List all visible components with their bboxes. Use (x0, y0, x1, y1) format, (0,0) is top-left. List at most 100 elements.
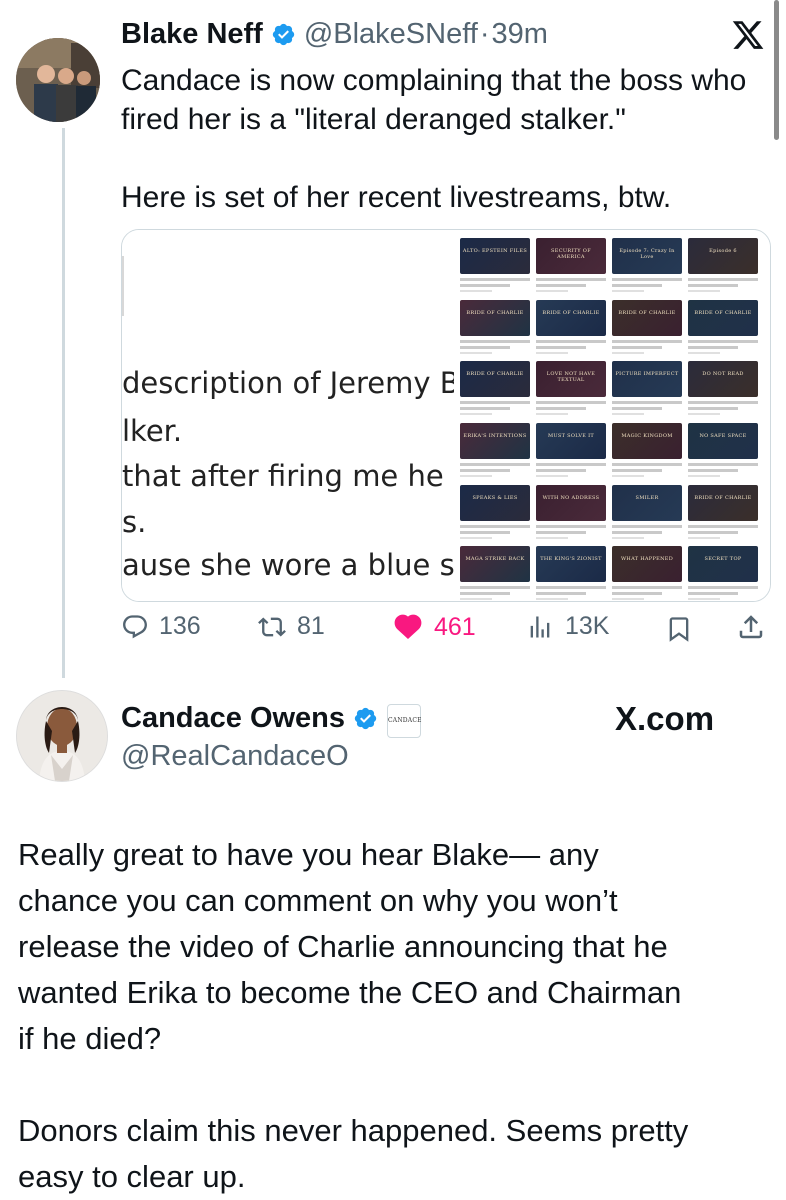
thumbnail-caption (688, 531, 738, 534)
avatar-candace-owens[interactable] (16, 690, 108, 782)
affiliate-badge[interactable]: CANDACE (387, 704, 422, 738)
x-com-brand: X.com (615, 700, 715, 737)
author-handle[interactable]: @RealCandaceO (121, 740, 349, 773)
thumbnail-caption (612, 469, 662, 472)
thumbnail-caption (460, 401, 530, 404)
thumbnail-caption (536, 340, 606, 343)
thumbnail-meta (536, 352, 568, 354)
thumbnail-caption (460, 586, 530, 589)
thumbnail-caption (536, 531, 586, 534)
video-thumbnail: BRIDE OF CHARLIE (460, 361, 530, 397)
doc-line: lker. (122, 414, 183, 448)
author-name[interactable]: Blake Neff (121, 18, 263, 51)
scrollbar[interactable] (774, 0, 779, 140)
thumbnail-title: BRIDE OF CHARLIE (542, 310, 600, 316)
thumbnail-caption (688, 401, 758, 404)
author-handle[interactable]: @BlakeSNeff (304, 18, 478, 51)
thumbnail-title: SPEAKS & LIES (472, 495, 518, 501)
thumbnail-caption (536, 525, 606, 528)
thumbnail-meta (460, 598, 492, 600)
thumbnail-title: MAGIC KINGDOM (621, 433, 673, 439)
thumbnail-title: NO SAFE SPACE (699, 433, 747, 439)
repost-button[interactable]: 81 (257, 612, 325, 641)
x-logo-icon[interactable] (731, 18, 765, 57)
author-name[interactable]: Candace Owens (121, 702, 345, 735)
affiliate-badge-label: CANDACE (388, 717, 422, 724)
thumbnail-caption (612, 284, 662, 287)
thumbnail-caption (612, 586, 682, 589)
thumbnail-title: ERIKA'S INTENTIONS (463, 433, 527, 439)
thumbnail-title: WITH NO ADDRESS (542, 495, 600, 501)
thumbnail-meta (612, 475, 644, 477)
repost-icon (258, 617, 286, 636)
thumbnail-meta (460, 352, 492, 354)
thumbnail-caption (536, 463, 606, 466)
tweet2-header: Candace Owens (121, 702, 378, 735)
avatar-blake-neff[interactable] (16, 38, 100, 122)
bookmark-icon[interactable] (665, 614, 693, 649)
reply-button[interactable]: 136 (121, 612, 201, 641)
thumbnail-title: BRIDE OF CHARLIE (466, 371, 524, 377)
thumbnail-meta (536, 413, 568, 415)
thread-line (62, 128, 65, 678)
thumbnail-caption (460, 346, 510, 349)
thumbnail-title: DO NOT READ (702, 371, 744, 377)
thumbnail-meta (536, 475, 568, 477)
thumbnail-caption (688, 284, 738, 287)
thumbnail-meta (688, 352, 720, 354)
thumbnail-meta (688, 290, 720, 292)
video-thumbnail: LOVE NOT HAVE TEXTUAL (536, 361, 606, 397)
livestream-thumbnail-grid: ALTO: EPSTEIN FILES SECURITY OF AMERICA Ep… (454, 230, 770, 601)
thumbnail-meta (460, 413, 492, 415)
thumbnail-caption (460, 284, 510, 287)
views-icon (530, 616, 550, 637)
video-thumbnail: BRIDE OF CHARLIE (688, 300, 758, 336)
doc-line: that after firing me he (122, 459, 444, 493)
thumbnail-caption (536, 278, 606, 281)
media-attachment[interactable]: description of Jeremy B lker. that after… (121, 229, 771, 602)
like-button[interactable]: 461 (392, 612, 476, 642)
thumbnail-caption (612, 401, 682, 404)
tweet1-text: Candace is now complaining that the boss… (121, 64, 747, 214)
thumbnail-caption (536, 592, 586, 595)
timestamp[interactable]: 39m (492, 18, 548, 51)
thumbnail-caption (688, 463, 758, 466)
thumbnail-meta (460, 537, 492, 539)
like-icon (394, 614, 422, 639)
thumbnail-title: MAGA STRIKE BACK (465, 556, 525, 562)
thumbnail-caption (536, 284, 586, 287)
thumbnail-title: Episode 6 (709, 248, 737, 254)
thumbnail-title: MUST SOLVE IT (548, 433, 594, 439)
thumbnail-title: WHAT HAPPENED (620, 556, 674, 562)
video-thumbnail: THE KING'S ZIONIST (536, 546, 606, 582)
thumbnail-caption (460, 407, 510, 410)
thumbnail-title: SECURITY OF AMERICA (551, 248, 591, 260)
doc-line: ause she wore a blue s (122, 548, 455, 582)
video-thumbnail: DO NOT READ (688, 361, 758, 397)
thumbnail-caption (460, 469, 510, 472)
thumbnail-title: BRIDE OF CHARLIE (466, 310, 524, 316)
video-thumbnail: Episode 6 (688, 238, 758, 274)
thumbnail-caption (612, 407, 662, 410)
video-thumbnail: MUST SOLVE IT (536, 423, 606, 459)
thumbnail-caption (460, 340, 530, 343)
thumbnail-caption (460, 463, 530, 466)
thumbnail-meta (460, 475, 492, 477)
thumbnail-meta (460, 290, 492, 292)
thumbnail-caption (612, 340, 682, 343)
views-button[interactable]: 13K (525, 612, 609, 641)
video-thumbnail: NO SAFE SPACE (688, 423, 758, 459)
doc-line: description of Jeremy B (122, 366, 460, 400)
thumbnail-title: PICTURE IMPERFECT (615, 371, 679, 377)
thumbnail-caption (688, 469, 738, 472)
tweet1-header: Blake Neff @BlakeSNeff · 39m (121, 18, 548, 51)
thumbnail-meta (536, 290, 568, 292)
like-count: 461 (434, 612, 476, 641)
share-icon[interactable] (736, 612, 766, 647)
thumbnail-caption (536, 469, 586, 472)
video-thumbnail: MAGIC KINGDOM (612, 423, 682, 459)
video-thumbnail: WITH NO ADDRESS (536, 485, 606, 521)
thumbnail-meta (612, 290, 644, 292)
thumbnail-caption (688, 278, 758, 281)
thumbnail-caption (536, 346, 586, 349)
